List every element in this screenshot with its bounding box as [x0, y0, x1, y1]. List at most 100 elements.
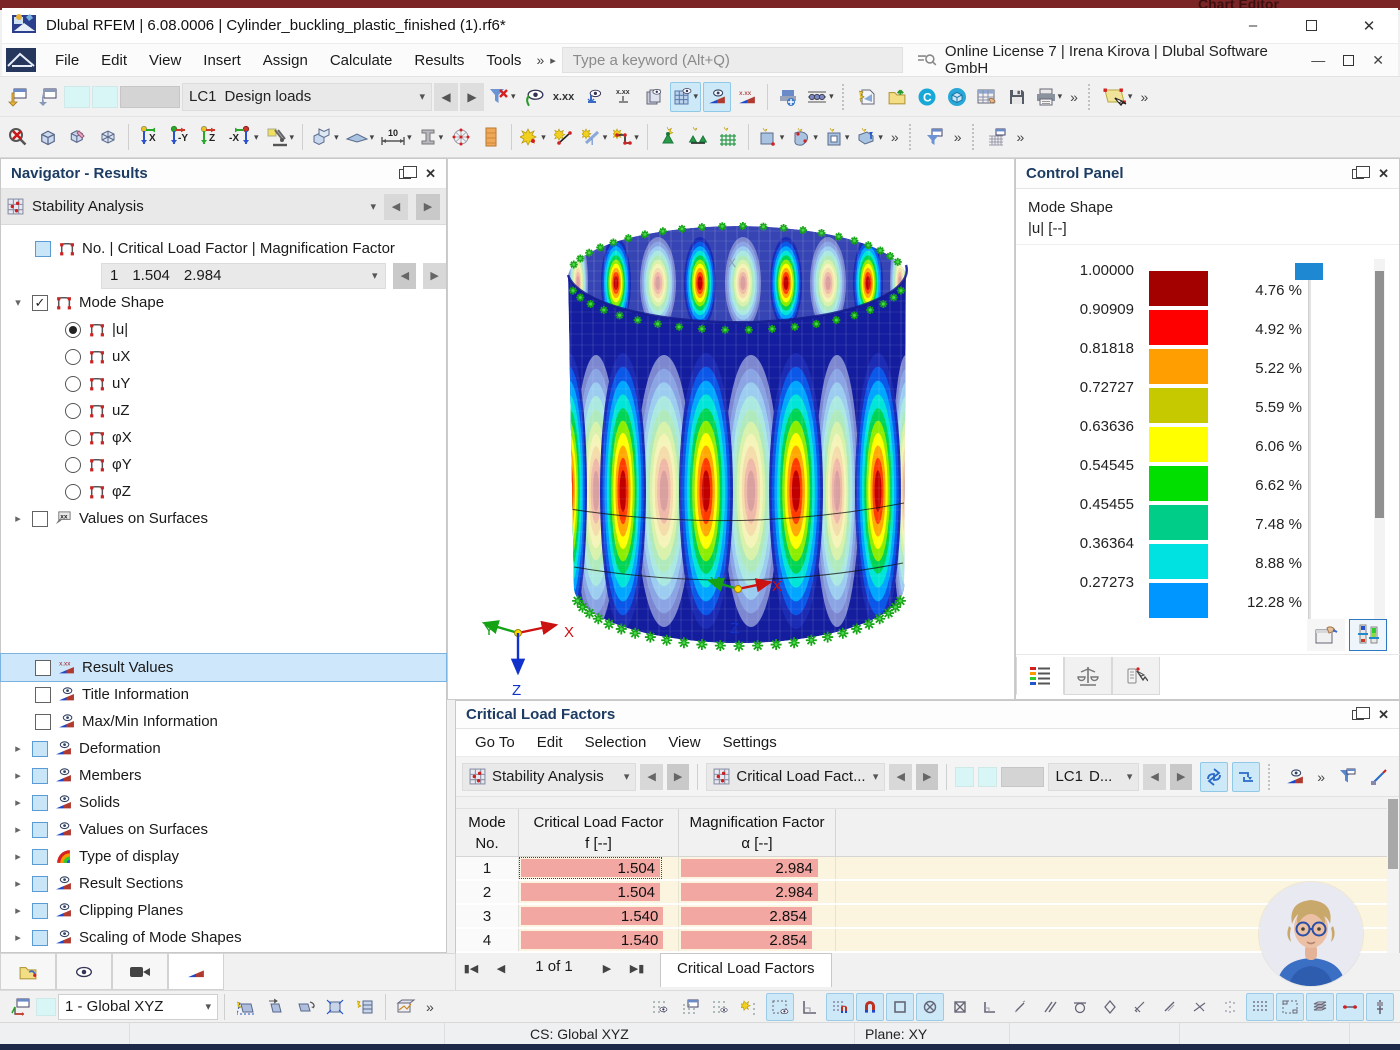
clipping-planes-checkbox[interactable]: [32, 903, 48, 919]
snap-square-button[interactable]: [886, 993, 914, 1021]
collapse-icon[interactable]: ▾: [11, 296, 25, 309]
close-panel-icon[interactable]: ✕: [1378, 707, 1389, 723]
tab-color-scale[interactable]: [1016, 657, 1064, 695]
new-line-type-button[interactable]: I▾: [580, 122, 610, 152]
coordinate-system-combo[interactable]: 1 - Global XYZ ▾: [58, 994, 218, 1020]
result-sections-checkbox[interactable]: [32, 876, 48, 892]
toolbar-overflow-chevron[interactable]: »: [1313, 769, 1329, 785]
edit-view-button[interactable]: [64, 122, 92, 152]
load-case-combo[interactable]: LC1 Design loads ▾: [182, 83, 432, 111]
value-bar[interactable]: 2.854: [681, 931, 812, 949]
radio-u[interactable]: [65, 322, 81, 338]
previous-mode-button[interactable]: ◀: [393, 263, 416, 289]
selection-rect-button[interactable]: [1276, 993, 1304, 1021]
doc-close-button[interactable]: ✕: [1372, 52, 1384, 69]
toolbar-overflow-chevron[interactable]: »: [887, 129, 903, 145]
next-page-button[interactable]: ▶: [592, 953, 622, 983]
open-file-button[interactable]: [883, 82, 911, 112]
cell-mode-no[interactable]: 3: [456, 905, 519, 927]
menu-results[interactable]: Results: [403, 48, 475, 73]
expand-icon[interactable]: ▸: [11, 931, 25, 944]
new-line-button[interactable]: [550, 122, 578, 152]
close-button[interactable]: ✕: [1340, 8, 1398, 43]
filter-loads-button[interactable]: ▾: [486, 82, 518, 112]
new-shell-button[interactable]: ▾: [788, 122, 820, 152]
model-cube-button[interactable]: [943, 82, 971, 112]
expand-icon[interactable]: ▸: [11, 823, 25, 836]
values-surfaces-checkbox[interactable]: [32, 822, 48, 838]
radio-phiy[interactable]: [65, 457, 81, 473]
next-button[interactable]: ▶: [1170, 764, 1193, 790]
new-load-button[interactable]: ▾: [853, 122, 885, 152]
plane-button[interactable]: ▾: [343, 122, 377, 152]
mode-selector-combo[interactable]: 1 1.504 2.984 ▾: [101, 263, 386, 289]
toolbar-overflow-chevron[interactable]: »: [1066, 89, 1082, 105]
value-bar[interactable]: 2.854: [681, 907, 812, 925]
title-information-checkbox[interactable]: [35, 687, 51, 703]
view-x-button[interactable]: X: [135, 122, 163, 152]
previous-button[interactable]: ◀: [640, 764, 663, 790]
fe-mesh-sphere-button[interactable]: [447, 122, 475, 152]
list-item-clipping-planes[interactable]: ▸ Clipping Planes: [1, 897, 446, 924]
snap-perpendicular-button[interactable]: [976, 993, 1004, 1021]
mode-shape-checkbox[interactable]: ✓: [32, 295, 48, 311]
expand-icon[interactable]: ▸: [11, 742, 25, 755]
panel-scrollbar[interactable]: [1374, 259, 1385, 629]
previous-page-button[interactable]: ◀: [486, 953, 516, 983]
color-swatch-gray[interactable]: [1001, 767, 1044, 787]
cell-clf[interactable]: 1.540: [519, 929, 679, 951]
snap-circle-cross-button[interactable]: [916, 993, 944, 1021]
menu-calculate[interactable]: Calculate: [319, 48, 404, 73]
new-window-button[interactable]: [4, 82, 32, 112]
color-swatch[interactable]: [64, 86, 90, 108]
doc-restore-button[interactable]: [1343, 55, 1354, 66]
previous-button[interactable]: ◀: [889, 764, 912, 790]
table-tool-button[interactable]: [1365, 762, 1393, 792]
snap-parallel-button[interactable]: [1036, 993, 1064, 1021]
table-row[interactable]: 3 1.540 2.854: [456, 905, 1388, 929]
snap-node-button[interactable]: [736, 993, 764, 1021]
move-cs-button[interactable]: [261, 993, 289, 1021]
list-item-result-sections[interactable]: ▸ Result Sections: [1, 870, 446, 897]
section-profile-button[interactable]: ▾: [416, 122, 446, 152]
radio-phiz[interactable]: [65, 484, 81, 500]
column-header-critical-load-factor[interactable]: Critical Load Factorf [--]: [519, 809, 679, 856]
model-viewport[interactable]: X XYZXYZ: [447, 158, 1015, 700]
sheet-tab-critical-load-factors[interactable]: Critical Load Factors: [660, 953, 832, 987]
new-model-button[interactable]: [853, 82, 881, 112]
keyword-search-input[interactable]: Type a keyword (Alt+Q): [562, 47, 903, 73]
new-opening-button[interactable]: ▾: [822, 122, 852, 152]
value-bar[interactable]: 1.504: [521, 883, 660, 901]
members-checkbox[interactable]: [32, 768, 48, 784]
menu-edit[interactable]: Edit: [90, 48, 138, 73]
list-item-maxmin-information[interactable]: Max/Min Information: [1, 708, 446, 735]
guideline-button[interactable]: [1336, 993, 1364, 1021]
zoom-cancel-button[interactable]: [4, 122, 32, 152]
new-cs-button[interactable]: [231, 993, 259, 1021]
color-swatch[interactable]: [978, 767, 997, 787]
pin-button[interactable]: [1366, 993, 1394, 1021]
menu-tools[interactable]: Tools: [475, 48, 532, 73]
snap-tangent-button[interactable]: [1066, 993, 1094, 1021]
cell-mag[interactable]: 2.854: [679, 929, 836, 951]
next-mode-button[interactable]: ▶: [423, 263, 446, 289]
color-swatch[interactable]: [955, 767, 974, 787]
snap-box-cross-button[interactable]: [946, 993, 974, 1021]
toolbar-overflow-chevron[interactable]: »: [1136, 89, 1152, 105]
maximize-button[interactable]: [1282, 8, 1340, 43]
tree-radio-phiy[interactable]: φY: [1, 451, 446, 478]
toolbar-overflow-chevron[interactable]: »: [422, 999, 438, 1015]
table-row[interactable]: 2 1.504 2.984: [456, 881, 1388, 905]
cell-mode-no[interactable]: 1: [456, 857, 519, 879]
expand-icon[interactable]: ▸: [11, 850, 25, 863]
first-page-button[interactable]: ▮◀: [456, 953, 486, 983]
tables-button[interactable]: [973, 82, 1001, 112]
float-panel-icon[interactable]: [1352, 710, 1364, 720]
view-z-button[interactable]: Z: [195, 122, 223, 152]
table-menu-edit[interactable]: Edit: [526, 731, 574, 754]
dimension-button[interactable]: 10▾: [378, 122, 414, 152]
tree-row-factors[interactable]: No. | Critical Load Factor | Magnificati…: [1, 235, 446, 262]
tab-filter-settings[interactable]: [1112, 657, 1160, 695]
show-mesh-stack-button[interactable]: [640, 82, 668, 112]
tree-radio-uy[interactable]: uY: [1, 370, 446, 397]
